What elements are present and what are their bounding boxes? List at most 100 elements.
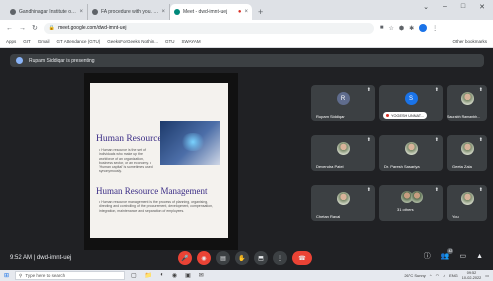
wifi-icon[interactable]: ◠ <box>436 273 440 278</box>
tray-up-icon[interactable]: ^ <box>430 273 432 278</box>
participant-name: You <box>452 214 459 219</box>
chrome-icon[interactable]: ◉ <box>172 272 177 279</box>
bookmark-git[interactable]: GIT <box>23 39 31 44</box>
participant-tile[interactable]: ⬆ Saurabh Ramanbh... <box>447 85 487 121</box>
avatar: R <box>336 92 350 105</box>
bookmark-swayam[interactable]: SWAYAM <box>182 39 201 44</box>
activities-icon[interactable]: ▲ <box>476 253 483 260</box>
bookmark-apps[interactable]: Apps <box>6 39 16 44</box>
puzzle-icon[interactable]: ✱ <box>409 25 414 32</box>
camera-off-icon[interactable]: ◉ <box>197 251 211 265</box>
forward-arrow-icon[interactable]: → <box>19 25 26 32</box>
star-icon[interactable]: ☆ <box>389 25 394 32</box>
notification-icon[interactable]: ▭ <box>485 273 489 278</box>
presenting-icon <box>16 57 23 64</box>
pin-icon[interactable]: ⬆ <box>479 87 483 93</box>
more-menu-icon[interactable]: ⋮ <box>432 25 438 32</box>
others-tile[interactable]: ⬆ 31 others <box>379 185 443 221</box>
slide-body-2: • Human resource management is the proce… <box>99 200 214 213</box>
participant-name: Rupam Siddiqar <box>316 114 345 119</box>
address-bar[interactable]: 🔒 meet.google.com/dwd-imnt-uej <box>43 22 374 34</box>
tab-meet[interactable]: Meet - dwd-imnt-uej ● × <box>170 4 252 20</box>
slide-heading-1: Human Resource <box>96 134 162 144</box>
new-tab-button[interactable]: + <box>258 4 263 20</box>
search-icon: ⚲ <box>19 272 23 278</box>
self-tile[interactable]: ⬆ You <box>447 185 487 221</box>
extension-icon[interactable]: ⬢ <box>399 25 404 32</box>
info-icon[interactable]: ⓘ <box>424 251 431 261</box>
bookmark-other[interactable]: Other bookmarks <box>452 39 487 44</box>
edge-icon[interactable]: ◐ <box>160 272 164 279</box>
back-arrow-icon[interactable]: ← <box>6 25 13 32</box>
task-view-icon[interactable]: ▢ <box>131 272 137 279</box>
others-count: 31 others <box>397 207 414 212</box>
close-tab-icon[interactable]: × <box>161 9 165 15</box>
participant-tile[interactable]: ⬆ Dr. Paresh Sasariya <box>379 135 443 171</box>
end-call-button[interactable]: ☎ <box>292 251 312 265</box>
tab-fa-procedure[interactable]: FA procedure with you. 'CHR... × <box>88 4 170 20</box>
participant-name: YOGESH UNNAT... <box>391 113 424 118</box>
bookmark-attendance[interactable]: GT Attendance (GTU) <box>57 39 101 44</box>
participant-tile[interactable]: ⬆ R Rupam Siddiqar <box>311 85 375 121</box>
windows-start-icon[interactable]: ⊞ <box>4 272 9 279</box>
reload-icon[interactable]: ↻ <box>32 24 38 32</box>
bookmarks-bar: Apps GIT Gmail GT Attendance (GTU) Geeks… <box>0 36 493 48</box>
participant-tile[interactable]: ⬆ Geeta Zala <box>447 135 487 171</box>
people-icon[interactable]: 👥 42 <box>441 248 454 260</box>
chevron-down-icon[interactable]: ⌄ <box>423 3 429 11</box>
taskbar-clock[interactable]: 09:52 10-02-2022 <box>462 271 481 280</box>
store-icon[interactable]: ▣ <box>185 272 191 279</box>
chat-icon[interactable]: ▭ <box>459 252 466 260</box>
extension-icons: ■ ☆ ⬢ ✱ ⋮ <box>380 24 438 32</box>
tab-title: Gandhinagar Institute of Technology <box>19 9 77 15</box>
pin-icon[interactable]: ⬆ <box>435 87 439 93</box>
taskbar-date: 10-02-2022 <box>461 275 482 280</box>
pin-icon[interactable]: ⬆ <box>479 187 483 193</box>
taskbar-search[interactable]: ⚲ Type here to search <box>15 271 126 280</box>
bookmark-gtu[interactable]: GTU <box>165 39 175 44</box>
close-tab-icon[interactable]: × <box>79 9 83 15</box>
participant-tile[interactable]: ⬆ Chetan Raval <box>311 185 375 221</box>
participant-name: Dr. Paresh Sasariya <box>384 164 420 169</box>
avatar <box>336 142 350 155</box>
camera-icon[interactable]: ■ <box>380 25 384 31</box>
call-controls: 🎤 ◉ ▤ ✋ ⬒ ⋮ ☎ <box>178 251 312 265</box>
pin-icon[interactable]: ⬆ <box>479 137 483 143</box>
slide-heading-2: Human Resource Management <box>96 186 208 196</box>
volume-icon[interactable]: ♪ <box>443 273 445 278</box>
mail-icon[interactable]: ✉ <box>199 272 204 279</box>
pin-icon[interactable]: ⬆ <box>367 187 371 193</box>
presentation-stage: Human Resource • Human resource is the s… <box>84 73 238 250</box>
tab-title: Meet - dwd-imnt-uej <box>183 9 228 15</box>
pin-icon[interactable]: ⬆ <box>367 137 371 143</box>
pin-icon[interactable]: ⬆ <box>367 87 371 93</box>
maximize-icon[interactable]: □ <box>461 3 465 11</box>
pin-icon[interactable]: ⬆ <box>435 187 439 193</box>
language-text[interactable]: ENG <box>449 273 458 278</box>
presenting-text: Rupam Siddiqar is presenting <box>29 57 95 64</box>
participant-tile[interactable]: ⬆ Devendra Patel <box>311 135 375 171</box>
pin-icon[interactable]: ⬆ <box>435 137 439 143</box>
slide-image <box>160 121 220 165</box>
close-tab-icon[interactable]: × <box>244 9 248 15</box>
file-explorer-icon[interactable]: 📁 <box>145 272 152 279</box>
recording-dot-icon <box>386 114 389 117</box>
present-screen-icon[interactable]: ⬒ <box>254 251 268 265</box>
bookmark-gmail[interactable]: Gmail <box>38 39 50 44</box>
tab-favicon-icon <box>92 9 98 15</box>
taskbar-apps: ▢ 📁 ◐ ◉ ▣ ✉ <box>131 272 204 279</box>
weather-text[interactable]: 26°C Sunny <box>404 273 425 278</box>
recording-dot-icon: ● <box>237 9 242 15</box>
profile-avatar[interactable] <box>419 24 428 32</box>
more-options-icon[interactable]: ⋮ <box>273 251 287 265</box>
tab-git[interactable]: Gandhinagar Institute of Technology × <box>6 4 88 20</box>
participant-name: Saurabh Ramanbh... <box>447 115 481 119</box>
raise-hand-icon[interactable]: ✋ <box>235 251 249 265</box>
participant-name: Chetan Raval <box>316 214 341 219</box>
mic-off-icon[interactable]: 🎤 <box>178 251 192 265</box>
captions-icon[interactable]: ▤ <box>216 251 230 265</box>
bookmark-geeks[interactable]: GeeksForGeeks Nothin... <box>107 39 158 44</box>
participant-tile[interactable]: ⬆ S YOGESH UNNAT... <box>379 85 443 121</box>
minimize-icon[interactable]: – <box>443 3 447 11</box>
close-window-icon[interactable]: ✕ <box>479 3 485 11</box>
